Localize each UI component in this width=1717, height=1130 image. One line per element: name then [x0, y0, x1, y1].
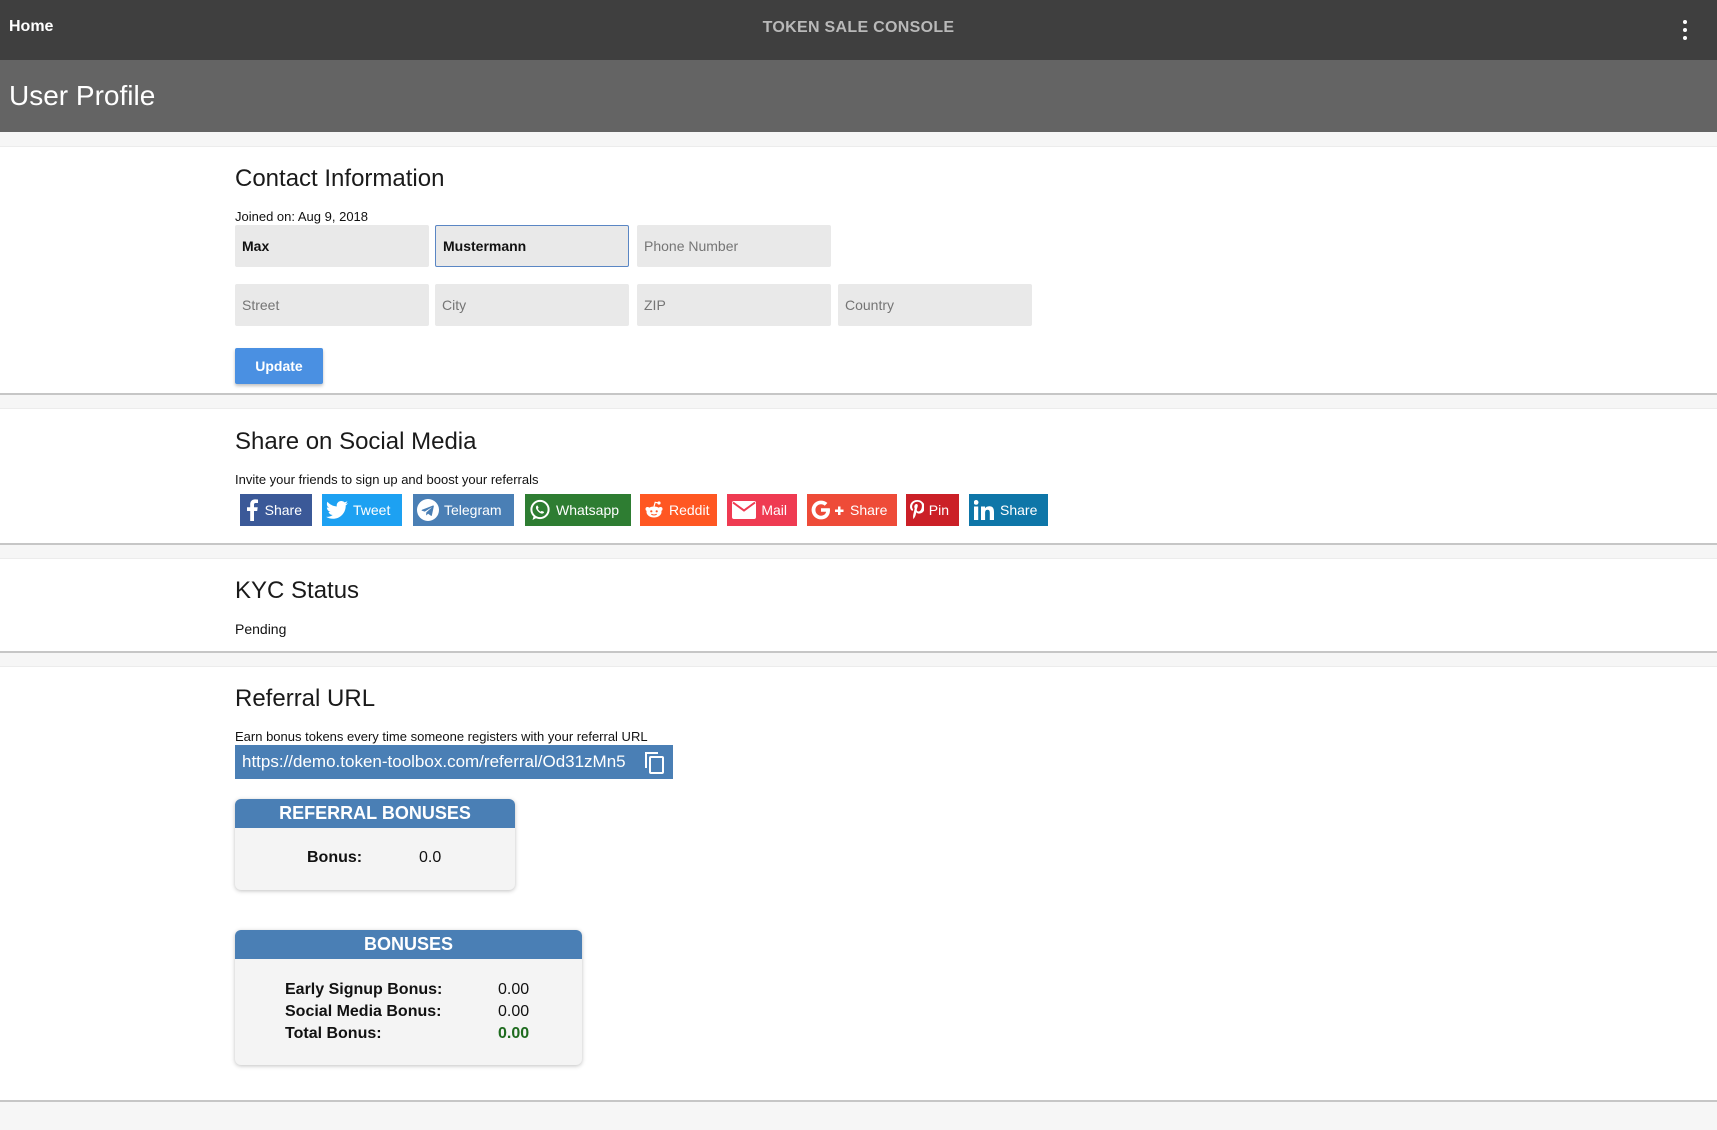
google-plus-icon	[811, 499, 845, 521]
mail-share-label: Mail	[761, 502, 787, 518]
first-name-field[interactable]	[235, 225, 429, 267]
country-field[interactable]	[838, 284, 1032, 326]
bonuses-title: BONUSES	[235, 930, 582, 959]
mail-icon	[731, 499, 756, 521]
early-signup-bonus-label: Early Signup Bonus:	[285, 981, 443, 998]
contact-title: Contact Information	[235, 165, 445, 192]
zip-field[interactable]	[637, 284, 831, 326]
facebook-share-button[interactable]: Share	[240, 494, 312, 526]
linkedin-icon	[973, 499, 995, 521]
reddit-share-label: Reddit	[669, 502, 710, 518]
app-title: TOKEN SALE CONSOLE	[762, 19, 955, 36]
referral-bonuses-panel: REFERRAL BONUSES Bonus: 0.0	[235, 799, 515, 890]
more-vert-icon[interactable]	[1675, 16, 1695, 44]
total-bonus-value: 0.00	[498, 1025, 530, 1042]
telegram-share-button[interactable]: Telegram	[413, 494, 514, 526]
copy-icon[interactable]	[643, 750, 665, 774]
update-button[interactable]: Update	[235, 348, 323, 384]
pinterest-icon	[910, 499, 925, 521]
twitter-icon	[326, 499, 348, 521]
telegram-share-label: Telegram	[444, 502, 502, 518]
referral-bonus-value: 0.0	[419, 849, 442, 866]
contact-card: Contact Information Joined on: Aug 9, 20…	[0, 146, 1717, 395]
social-media-bonus-value: 0.00	[498, 1003, 530, 1020]
pinterest-share-button[interactable]: Pin	[906, 494, 959, 526]
referral-card: Referral URL Earn bonus tokens every tim…	[0, 666, 1717, 1102]
referral-url: https://demo.token-toolbox.com/referral/…	[242, 752, 626, 771]
social-card: Share on Social Media Invite your friend…	[0, 408, 1717, 545]
facebook-share-label: Share	[264, 502, 302, 518]
google-plus-share-button[interactable]: Share	[807, 494, 897, 526]
whatsapp-icon	[529, 499, 551, 521]
kyc-status: Pending	[235, 621, 287, 637]
referral-title: Referral URL	[235, 685, 376, 712]
kyc-card: KYC Status Pending	[0, 558, 1717, 653]
twitter-share-button[interactable]: Tweet	[322, 494, 402, 526]
total-bonus-label: Total Bonus:	[285, 1025, 382, 1042]
social-media-bonus-label: Social Media Bonus:	[285, 1003, 442, 1020]
linkedin-share-label: Share	[1000, 502, 1038, 518]
joined-date: Joined on: Aug 9, 2018	[235, 209, 369, 224]
whatsapp-share-label: Whatsapp	[556, 502, 620, 518]
city-field[interactable]	[435, 284, 629, 326]
bonuses-panel: BONUSES Early Signup Bonus: 0.00 Social …	[235, 930, 582, 1065]
street-field[interactable]	[235, 284, 429, 326]
social-subtitle: Invite your friends to sign up and boost…	[235, 472, 539, 487]
referral-bonuses-title: REFERRAL BONUSES	[235, 799, 515, 828]
social-title: Share on Social Media	[235, 428, 477, 455]
google-plus-share-label: Share	[850, 502, 888, 518]
referral-subtitle: Earn bonus tokens every time someone reg…	[235, 729, 648, 744]
reddit-share-button[interactable]: Reddit	[640, 494, 717, 526]
referral-url-box[interactable]: https://demo.token-toolbox.com/referral/…	[235, 745, 673, 779]
reddit-icon	[644, 499, 664, 521]
twitter-share-label: Tweet	[353, 502, 391, 518]
facebook-icon	[244, 499, 260, 521]
telegram-icon	[417, 499, 439, 521]
early-signup-bonus-value: 0.00	[498, 981, 530, 998]
last-name-field[interactable]	[435, 225, 629, 267]
page-header: User Profile	[0, 60, 1717, 132]
top-bar: Home TOKEN SALE CONSOLE	[0, 0, 1717, 60]
mail-share-button[interactable]: Mail	[727, 494, 797, 526]
referral-bonus-label: Bonus:	[307, 849, 363, 866]
pinterest-share-label: Pin	[928, 502, 949, 518]
whatsapp-share-button[interactable]: Whatsapp	[525, 494, 631, 526]
linkedin-share-button[interactable]: Share	[969, 494, 1048, 526]
kyc-title: KYC Status	[235, 577, 360, 604]
phone-field[interactable]	[637, 225, 831, 267]
page-title: User Profile	[9, 80, 156, 111]
